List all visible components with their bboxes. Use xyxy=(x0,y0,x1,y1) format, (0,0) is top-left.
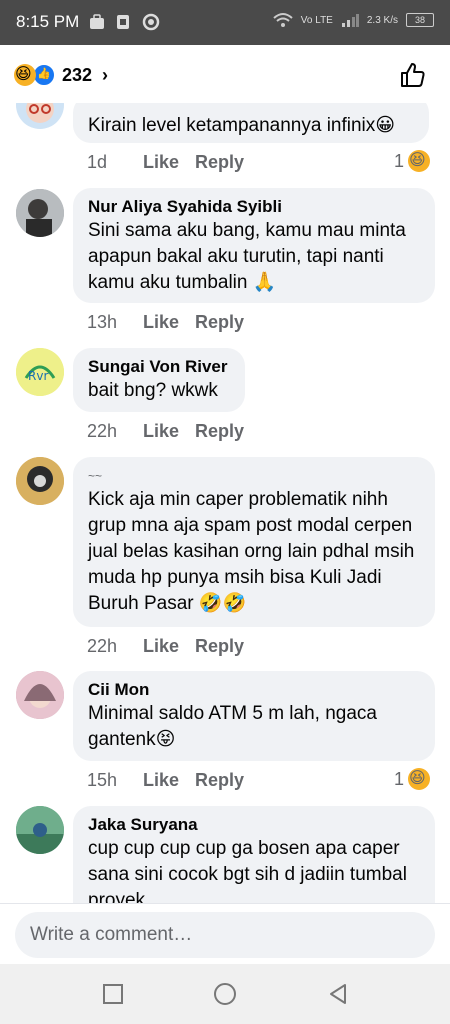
comment-author[interactable]: Nur Aliya Syahida Syibli xyxy=(88,196,421,218)
bag-icon xyxy=(90,14,104,29)
like-button[interactable]: Like xyxy=(143,421,195,442)
comment-text: Sini sama aku bang, kamu mau minta apapu… xyxy=(88,220,412,293)
avatar[interactable] xyxy=(16,103,64,129)
comment-time: 1d xyxy=(87,152,108,172)
like-button[interactable]: Like xyxy=(143,152,195,173)
comment-list: Kirain level ketampanannya infinix😀 1d L… xyxy=(0,103,450,903)
reply-button[interactable]: Reply xyxy=(195,421,244,442)
comment-actions: 15h Like Reply xyxy=(87,770,244,791)
comment-text: cup cup cup cup ga bosen apa caper sana … xyxy=(88,838,413,903)
svg-text:Rvr: Rvr xyxy=(28,369,48,383)
comment-time: 13h xyxy=(87,312,118,332)
comment-time: 22h xyxy=(87,636,118,656)
comment-author[interactable]: Jaka Suryana xyxy=(88,814,421,836)
reaction-count: 232 xyxy=(62,64,93,85)
system-nav-bar xyxy=(0,964,450,1024)
network-label: Vo LTE xyxy=(300,14,333,26)
haha-icon xyxy=(408,150,430,172)
like-button[interactable]: Like xyxy=(143,770,195,791)
comment-bubble[interactable]: Cii Mon Minimal saldo ATM 5 m lah, ngaca… xyxy=(73,671,435,761)
comment-author[interactable]: Cii Mon xyxy=(88,679,421,701)
record-icon xyxy=(142,13,160,31)
speed-label: 2.3 K/s xyxy=(366,14,398,26)
reply-button[interactable]: Reply xyxy=(195,636,244,657)
comment-text: Minimal saldo ATM 5 m lah, ngaca gantenk… xyxy=(88,703,383,750)
comment-reactions[interactable]: 1 xyxy=(394,150,430,172)
reactions-header: 232 › xyxy=(0,45,450,103)
avatar[interactable] xyxy=(16,806,64,854)
avatar[interactable]: Rvr xyxy=(16,348,64,396)
comment-bubble[interactable]: ~~ Kick aja min caper problematik nihh g… xyxy=(73,457,435,627)
comment-reactions[interactable]: 1 xyxy=(394,768,430,790)
comment-actions: 22h Like Reply xyxy=(87,636,244,657)
comment-bubble[interactable]: Sungai Von River bait bng? wkwk xyxy=(73,348,245,412)
comment-author[interactable]: Sungai Von River xyxy=(88,356,231,378)
comment-bubble[interactable]: Kirain level ketampanannya infinix😀 xyxy=(73,103,429,143)
like-button[interactable]: Like xyxy=(143,636,195,657)
haha-icon xyxy=(408,768,430,790)
signal-icon xyxy=(341,14,359,27)
avatar[interactable] xyxy=(16,671,64,719)
haha-icon xyxy=(14,64,36,86)
recents-icon[interactable] xyxy=(101,982,125,1006)
reactions-summary[interactable]: 232 › xyxy=(14,63,108,87)
comment-bubble[interactable]: Jaka Suryana cup cup cup cup ga bosen ap… xyxy=(73,806,435,903)
comment-text: Kick aja min caper problematik nihh grup… xyxy=(88,489,420,614)
thumbs-up-icon[interactable] xyxy=(398,61,426,89)
reply-button[interactable]: Reply xyxy=(195,152,244,173)
sim-icon xyxy=(117,15,129,29)
comment-time: 22h xyxy=(87,421,118,441)
status-right: Vo LTE 2.3 K/s 38 xyxy=(273,12,434,28)
comment-actions: 13h Like Reply xyxy=(87,312,244,333)
comment-composer: Write a comment… xyxy=(0,903,450,964)
avatar[interactable] xyxy=(16,189,64,237)
comment-actions: 22h Like Reply xyxy=(87,421,244,442)
comment-text: bait bng? wkwk xyxy=(88,380,218,401)
comment-bubble[interactable]: Nur Aliya Syahida Syibli Sini sama aku b… xyxy=(73,188,435,303)
comment-time: 15h xyxy=(87,770,118,790)
comment-actions: 1d Like Reply xyxy=(87,152,244,173)
status-bar: 8:15 PM Vo LTE 2.3 K/s 38 xyxy=(0,0,450,45)
like-button[interactable]: Like xyxy=(143,312,195,333)
home-icon[interactable] xyxy=(213,982,237,1006)
comment-reaction-count: 1 xyxy=(393,150,404,171)
comment-reaction-count: 1 xyxy=(393,768,404,789)
comment-input[interactable]: Write a comment… xyxy=(15,912,435,958)
comment-text: Kirain level ketampanannya infinix😀 xyxy=(88,115,396,136)
status-time: 8:15 PM xyxy=(16,12,80,31)
reply-button[interactable]: Reply xyxy=(195,770,244,791)
avatar[interactable] xyxy=(16,457,64,505)
wifi-icon xyxy=(273,13,293,27)
chevron-right-icon: › xyxy=(102,64,109,85)
comment-author[interactable]: ~~ xyxy=(88,465,421,487)
reply-button[interactable]: Reply xyxy=(195,312,244,333)
back-icon[interactable] xyxy=(326,982,350,1006)
battery-icon: 38 xyxy=(406,13,434,27)
